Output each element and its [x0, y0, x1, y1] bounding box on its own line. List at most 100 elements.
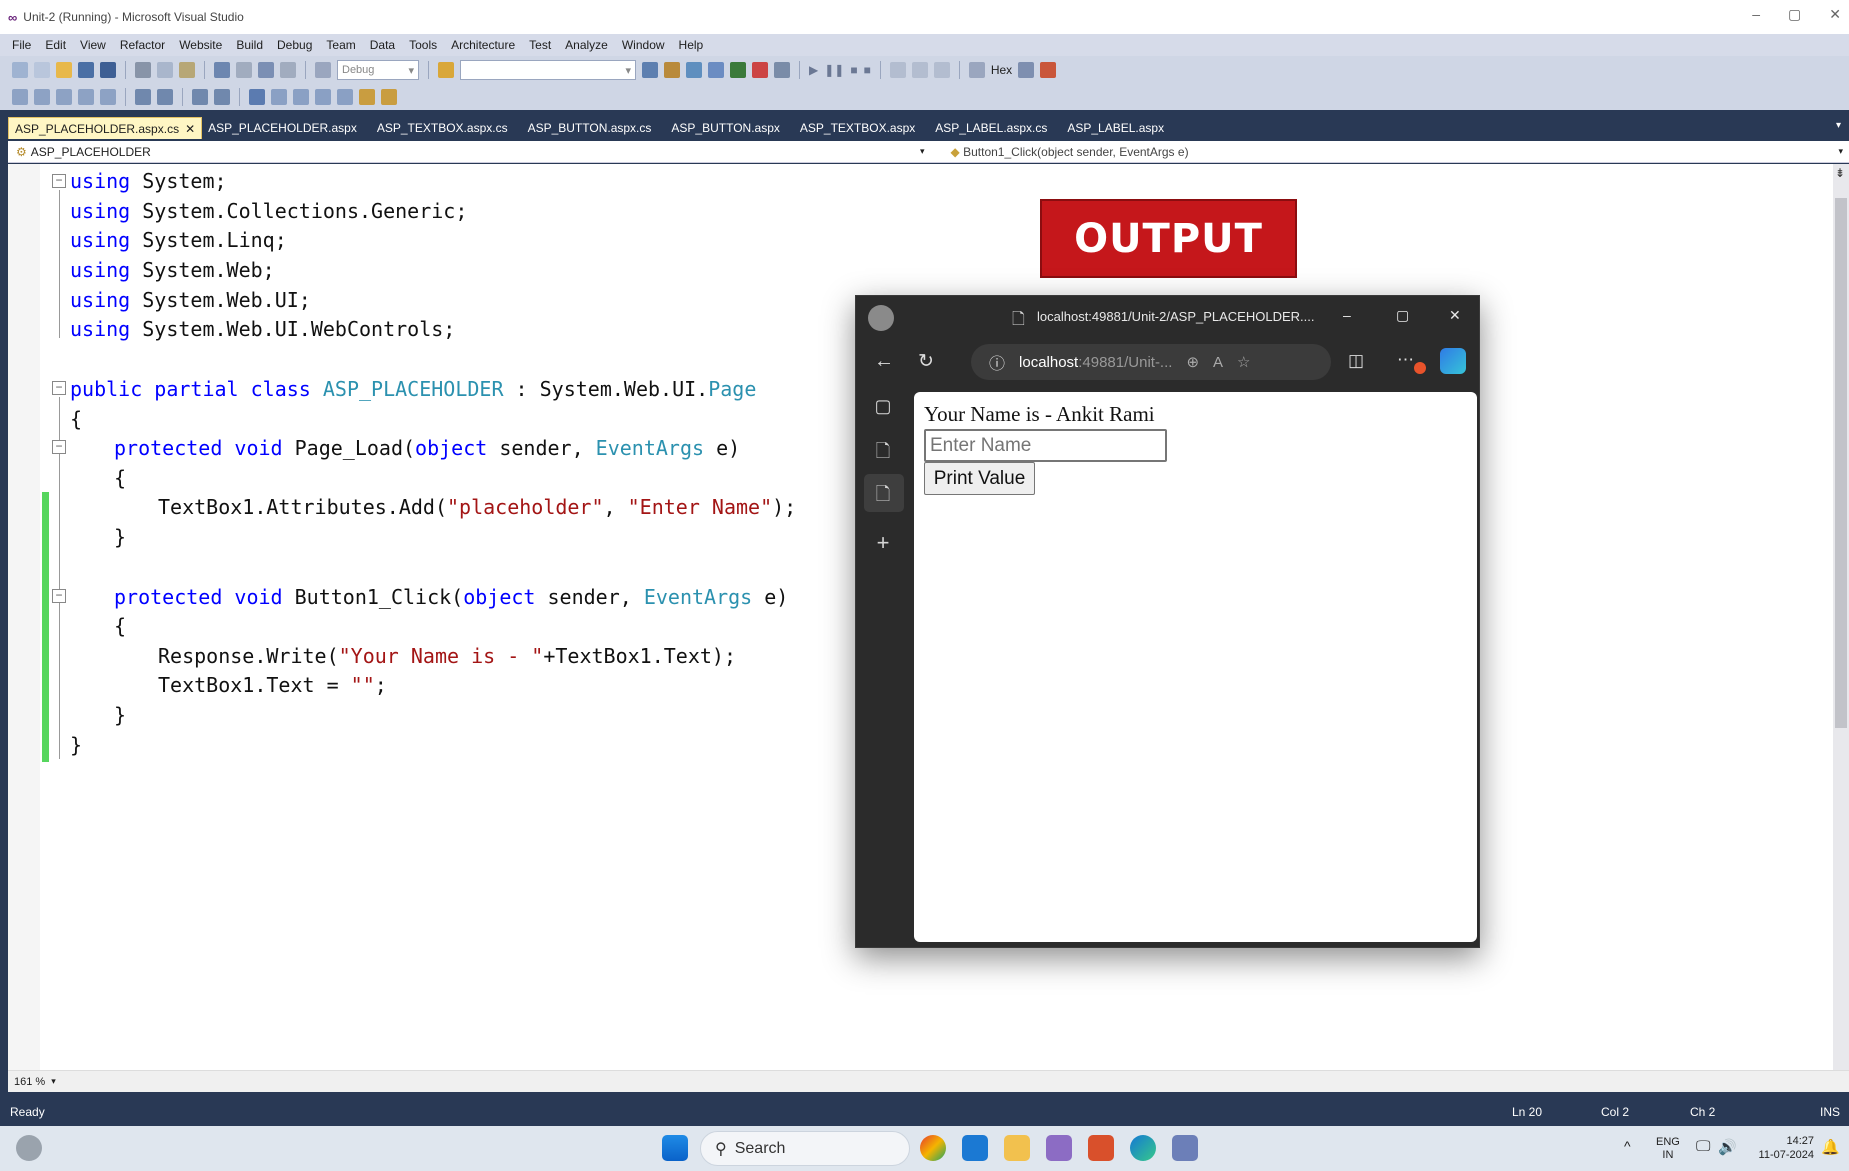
menu-window[interactable]: Window [622, 38, 665, 52]
show-hidden-icons-icon[interactable]: ^ [1624, 1138, 1631, 1154]
navigate-backward-icon[interactable] [258, 62, 274, 78]
tab-asp-textbox-aspx[interactable]: ASP_TEXTBOX.aspx [794, 117, 929, 139]
sql-tool-icon[interactable] [1172, 1135, 1198, 1161]
clear-bookmarks-icon[interactable] [359, 89, 375, 105]
browser-tab-title[interactable]: localhost:49881/Unit-2/ASP_PLACEHOLDER..… [1037, 309, 1314, 324]
close-button[interactable]: ✕ [1829, 6, 1841, 23]
paste-icon[interactable] [179, 62, 195, 78]
vertical-tab-active-icon[interactable]: 🗋 [872, 482, 894, 504]
read-aloud-icon[interactable]: A [1213, 354, 1223, 371]
menu-view[interactable]: View [80, 38, 106, 52]
zoom-dropdown-icon[interactable]: ▾ [51, 1076, 56, 1087]
chrome-icon[interactable] [920, 1135, 946, 1161]
member-dropdown[interactable]: ◆ Button1_Click(object sender, EventArgs… [931, 145, 1189, 159]
toolbox-icon[interactable] [708, 62, 724, 78]
menu-refactor[interactable]: Refactor [120, 38, 165, 52]
file-explorer-icon[interactable] [1004, 1135, 1030, 1161]
copilot-icon[interactable] [1440, 348, 1466, 374]
word-completion-icon[interactable] [78, 89, 94, 105]
properties-icon[interactable] [664, 62, 680, 78]
comment-lines-icon[interactable] [192, 89, 208, 105]
complete-word-icon[interactable] [100, 89, 116, 105]
vscode-icon[interactable] [962, 1135, 988, 1161]
collapse-class-icon[interactable]: − [52, 381, 66, 395]
tab-asp-label-aspx-cs[interactable]: ASP_LABEL.aspx.cs [929, 117, 1061, 139]
find-in-files-icon[interactable] [438, 62, 454, 78]
new-tab-icon[interactable]: + [872, 530, 894, 555]
collapse-page-load-icon[interactable]: − [52, 440, 66, 454]
solution-config-combo[interactable]: Debug ▾ [337, 60, 419, 80]
menu-tools[interactable]: Tools [409, 38, 437, 52]
menu-analyze[interactable]: Analyze [565, 38, 608, 52]
notification-bell-icon[interactable]: 🔔 [1821, 1138, 1840, 1156]
browser-maximize-button[interactable]: ▢ [1396, 307, 1409, 324]
member-dropdown-arrow-icon[interactable]: ▾ [1838, 146, 1843, 157]
previous-bookmark-icon[interactable] [271, 89, 287, 105]
menu-architecture[interactable]: Architecture [451, 38, 515, 52]
zoom-icon[interactable]: ⊕ [1186, 353, 1199, 371]
profile-avatar[interactable] [868, 305, 894, 331]
menu-help[interactable]: Help [679, 38, 704, 52]
scrollbar-thumb[interactable] [1835, 198, 1847, 728]
tab-asp-placeholder-aspx[interactable]: ASP_PLACEHOLDER.aspx [202, 117, 371, 139]
volume-icon[interactable]: 🔊 [1718, 1138, 1737, 1156]
stop-debugging-icon[interactable]: ■ [850, 63, 857, 77]
start-page-icon[interactable] [774, 62, 790, 78]
object-browser-icon[interactable] [686, 62, 702, 78]
display-members-icon[interactable] [12, 89, 28, 105]
maximize-button[interactable]: ▢ [1788, 6, 1801, 23]
decrease-indent-icon[interactable] [135, 89, 151, 105]
menu-file[interactable]: File [12, 38, 31, 52]
address-bar[interactable]: ⓘ localhost:49881/Unit-... ⊕ A ☆ [971, 344, 1331, 380]
collapse-button-click-icon[interactable]: − [52, 589, 66, 603]
menu-debug[interactable]: Debug [277, 38, 312, 52]
menu-test[interactable]: Test [529, 38, 551, 52]
restart-icon[interactable]: ■ [864, 63, 871, 77]
quick-info-icon[interactable] [56, 89, 72, 105]
continue-icon[interactable]: ▶ [809, 63, 818, 77]
cut-icon[interactable] [135, 62, 151, 78]
breakpoints-icon[interactable] [1018, 62, 1035, 78]
split-screen-icon[interactable]: ◫ [1348, 351, 1364, 371]
windows-start-icon[interactable] [662, 1135, 688, 1161]
close-tab-icon[interactable]: ✕ [185, 122, 195, 136]
save-all-icon[interactable] [100, 62, 116, 78]
hex-toggle[interactable]: Hex [991, 63, 1012, 77]
team-explorer-icon[interactable] [730, 62, 746, 78]
menu-website[interactable]: Website [179, 38, 222, 52]
class-dropdown-arrow-icon[interactable]: ▾ [920, 146, 925, 157]
tab-actions-icon[interactable]: ▢ [872, 396, 894, 418]
bookmark-window-icon[interactable] [381, 89, 397, 105]
zoom-level[interactable]: 161 % [14, 1076, 45, 1088]
tab-asp-button-aspx-cs[interactable]: ASP_BUTTON.aspx.cs [522, 117, 666, 139]
more-options-icon[interactable]: ⋯ [1397, 350, 1414, 370]
site-info-icon[interactable]: ⓘ [989, 350, 1005, 374]
refresh-icon[interactable]: ↻ [918, 350, 934, 373]
increase-indent-icon[interactable] [157, 89, 173, 105]
language-indicator[interactable]: ENG IN [1656, 1136, 1680, 1162]
widgets-icon[interactable] [16, 1135, 42, 1161]
solution-explorer-icon[interactable] [642, 62, 658, 78]
output-window-icon[interactable] [1040, 62, 1057, 78]
network-icon[interactable]: 🖵 [1696, 1138, 1710, 1155]
new-project-icon[interactable] [12, 62, 28, 78]
tab-asp-placeholder-aspx-cs[interactable]: ASP_PLACEHOLDER.aspx.cs ✕ [8, 117, 203, 139]
menu-team[interactable]: Team [326, 38, 355, 52]
next-bookmark-folder-icon[interactable] [337, 89, 353, 105]
find-combo[interactable]: ▾ [460, 60, 636, 80]
uncomment-lines-icon[interactable] [214, 89, 230, 105]
menu-edit[interactable]: Edit [45, 38, 66, 52]
hex-display-icon[interactable] [968, 62, 985, 78]
copy-icon[interactable] [157, 62, 173, 78]
menu-build[interactable]: Build [236, 38, 263, 52]
navigate-forward-icon[interactable] [280, 62, 296, 78]
step-out-icon[interactable] [933, 62, 950, 78]
tab-overflow-icon[interactable]: ▾ [1836, 120, 1841, 131]
browser-close-button[interactable]: ✕ [1449, 307, 1461, 324]
tab-asp-textbox-aspx-cs[interactable]: ASP_TEXTBOX.aspx.cs [371, 117, 522, 139]
minimize-button[interactable]: – [1752, 6, 1760, 23]
prev-bookmark-folder-icon[interactable] [315, 89, 331, 105]
redo-icon[interactable] [236, 62, 252, 78]
extension-manager-icon[interactable] [752, 62, 768, 78]
back-arrow-icon[interactable]: ← [874, 350, 894, 373]
